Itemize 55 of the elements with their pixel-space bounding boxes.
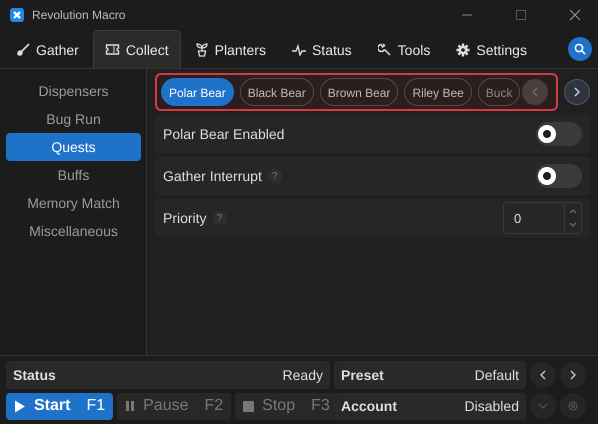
sprout-icon — [194, 42, 209, 56]
quest-tab[interactable]: Riley Bee — [404, 78, 472, 106]
macro-control-button[interactable]: Start F1 — [6, 392, 114, 420]
play-icon — [14, 400, 26, 413]
chevron-down-icon — [538, 402, 548, 410]
app-logo-icon — [10, 8, 24, 22]
setting-label: Priority — [163, 210, 207, 226]
quest-tab[interactable]: Brown Bear — [320, 78, 398, 106]
close-icon[interactable] — [569, 9, 581, 21]
quest-tab[interactable]: Black Bear — [240, 78, 314, 106]
sidebar-item[interactable]: Memory Match — [6, 189, 141, 217]
chevron-right-icon — [569, 370, 577, 380]
chevron-right-icon — [573, 87, 581, 97]
previous-preset-button[interactable] — [530, 362, 556, 388]
account-label: Account — [341, 398, 397, 414]
chevron-left-icon — [531, 87, 540, 97]
chevron-left-icon — [539, 370, 547, 380]
sidebar-item[interactable]: Miscellaneous — [6, 217, 141, 245]
nav-tab[interactable]: Gather — [4, 30, 91, 68]
search-button[interactable] — [568, 37, 592, 61]
status-value: Ready — [282, 366, 323, 383]
wrench-icon — [378, 42, 392, 56]
sidebar-item[interactable]: Dispensers — [6, 77, 141, 105]
sidebar-item[interactable]: Buffs — [6, 161, 141, 189]
nav-tab[interactable]: Status — [280, 30, 364, 68]
settings-button[interactable] — [560, 393, 586, 420]
pause-icon — [125, 400, 136, 412]
toggle-switch[interactable] — [536, 122, 582, 146]
setting-label: Gather Interrupt — [163, 168, 262, 184]
scroll-left-button[interactable] — [522, 79, 548, 105]
pulse-icon — [292, 44, 306, 56]
number-field[interactable]: 0 — [503, 202, 582, 234]
maximize-icon[interactable] — [515, 9, 527, 21]
preset-value: Default — [474, 366, 519, 383]
quest-tab[interactable]: Polar Bear — [161, 78, 234, 106]
scroll-right-button[interactable] — [564, 79, 590, 105]
nav-tab[interactable]: Planters — [182, 30, 278, 68]
status-label: Status — [13, 366, 56, 383]
nav-tab[interactable]: Collect — [92, 30, 181, 68]
nav-tab[interactable]: Tools — [366, 30, 442, 68]
sidebar-item[interactable]: Bug Run — [6, 105, 141, 133]
sidebar-item[interactable]: Quests — [6, 133, 141, 161]
quest-tab[interactable]: Buck — [478, 78, 520, 106]
preset-label: Preset — [341, 366, 384, 383]
search-icon — [574, 43, 586, 55]
window-title: Revolution Macro — [32, 8, 126, 22]
stop-icon — [243, 400, 254, 412]
shovel-icon — [16, 42, 30, 56]
ticket-icon — [104, 43, 120, 56]
account-value: Disabled — [464, 398, 519, 414]
nav-tab[interactable]: Settings — [444, 30, 539, 68]
next-preset-button[interactable] — [560, 362, 586, 388]
spinner-arrows-icon[interactable] — [569, 207, 577, 229]
toggle-switch[interactable] — [536, 164, 582, 188]
setting-label: Polar Bear Enabled — [163, 126, 284, 142]
